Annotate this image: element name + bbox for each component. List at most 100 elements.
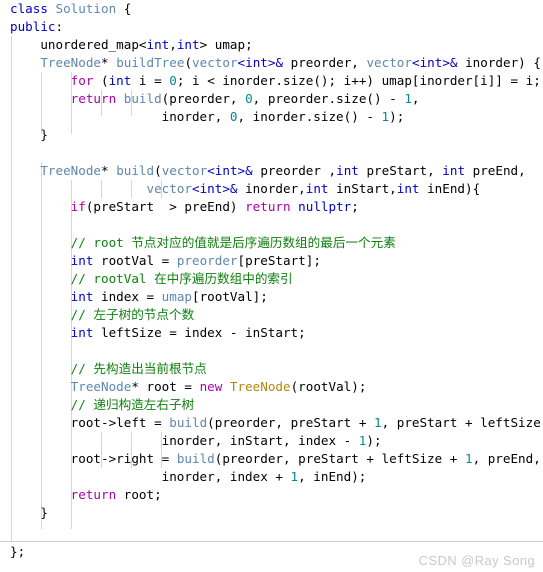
call-args: , preorder.size() - [252, 91, 405, 106]
call-args-cont: inorder, inStart, index - [10, 433, 359, 448]
function-build: build [116, 91, 162, 106]
type-int: int [70, 289, 94, 304]
watermark: CSDN @Ray Song [418, 553, 535, 568]
number-zero: 0 [169, 73, 177, 88]
type-int: int [336, 163, 359, 178]
ampersand: & [245, 163, 253, 178]
keyword-nullptr: nullptr [290, 199, 352, 214]
pointer-star: * [101, 55, 117, 70]
keyword-public: public [10, 19, 56, 34]
code-line-1: class Solution { [0, 0, 543, 18]
for-init: i = [131, 73, 170, 88]
code-line-27: inorder, index + 1, inEnd); [0, 468, 543, 486]
param-preorder: preorder , [252, 163, 337, 178]
number-one: 1 [373, 415, 382, 430]
code-line-7: inorder, 0, inorder.size() - 1); [0, 108, 543, 126]
type-treenode: TreeNode [40, 55, 102, 70]
call-args: , preStart + leftSize, [381, 415, 543, 430]
identifier-preorder: preorder [176, 253, 238, 268]
code-line-24: root->left = build(preorder, preStart + … [0, 414, 543, 432]
call-args: ); [366, 433, 382, 448]
keyword-return: return [70, 487, 117, 502]
type-int: int [214, 163, 238, 178]
type-treenode: TreeNode [70, 379, 132, 394]
type-vector: vector [161, 163, 208, 178]
keyword-class: class [10, 1, 48, 16]
assign-rootval: rootVal = [93, 253, 177, 268]
number-one: 1 [381, 109, 390, 124]
call-args: , inorder.size() - [237, 109, 382, 124]
param-inend: inEnd){ [419, 181, 481, 196]
code-footer: }; CSDN @Ray Song [0, 541, 543, 572]
ampersand: & [275, 55, 284, 70]
semicolon: ; [351, 199, 359, 214]
type-int: int [305, 181, 329, 196]
ampersand: & [449, 55, 458, 70]
type-int: int [245, 55, 268, 70]
code-line-22: TreeNode* root = new TreeNode(rootVal); [0, 378, 543, 396]
type-treenode: TreeNode [40, 163, 102, 178]
assign-root: * root = [131, 379, 200, 394]
angle-open: < [237, 55, 246, 70]
keyword-new: new [199, 379, 223, 394]
keyword-return: return [245, 199, 291, 214]
code-line-3: unordered_map<int,int> umap; [0, 36, 543, 54]
open-brace: { [123, 1, 132, 16]
code-line-8: } [10, 127, 48, 142]
call-args: ); [389, 109, 405, 124]
type-int: int [108, 73, 132, 88]
type-int: int [396, 181, 420, 196]
number-one: 1 [464, 451, 473, 466]
code-line-4: TreeNode* buildTree(vector<int>& preorde… [0, 54, 543, 72]
angle-close: > [442, 55, 450, 70]
code-line-5: for (int i = 0; i < inorder.size(); i++)… [0, 72, 543, 90]
function-build: build [116, 163, 155, 178]
code-line-6: return build(preorder, 0, preorder.size(… [0, 90, 543, 108]
if-condition: (preStart > preEnd) [85, 199, 246, 214]
keyword-return: return [70, 91, 117, 106]
code-body[interactable]: class Solution { public: unordered_map<i… [0, 0, 543, 541]
comment-root-value: // root 节点对应的值就是后序遍历数组的最后一个元素 [70, 235, 396, 250]
keyword-if: if [70, 199, 86, 214]
paren: ( [154, 163, 162, 178]
code-line-11: vector<int>& inorder,int inStart,int inE… [0, 180, 543, 198]
identifier-umap: umap [161, 289, 193, 304]
code-line-25: inorder, inStart, index - 1); [0, 432, 543, 450]
angle-open: < [411, 55, 420, 70]
assign-root-left: root->left = [70, 415, 170, 430]
call-args-cont: inorder, [10, 109, 230, 124]
type-int: int [70, 325, 94, 340]
code-line-28: return root; [0, 486, 543, 504]
comment-left-subtree-count: // 左子树的节点个数 [70, 307, 195, 322]
comment-construct-root: // 先构造出当前根节点 [70, 361, 207, 376]
ctor-args: (rootVal); [290, 379, 367, 394]
index-expr: [preStart]; [237, 253, 321, 268]
function-build: build [176, 451, 215, 466]
code-line-12: if(preStart > preEnd) return nullptr; [0, 198, 543, 216]
type-vector: vector [146, 181, 192, 196]
code-line-19: int leftSize = index - inStart; [0, 324, 543, 342]
paren: ( [184, 55, 193, 70]
return-root: root; [116, 487, 162, 502]
comment-recursive-subtrees: // 递归构造左右子树 [70, 397, 195, 412]
keyword-for: for [70, 73, 94, 88]
angle-open: < [207, 163, 215, 178]
param-inorder: inorder) { [457, 55, 541, 70]
assign-leftsize: leftSize = index - inStart; [93, 325, 306, 340]
angle-close: > [237, 163, 246, 178]
code-line-10: TreeNode* build(vector<int>& preorder ,i… [0, 162, 543, 180]
pointer-star: * [101, 163, 117, 178]
